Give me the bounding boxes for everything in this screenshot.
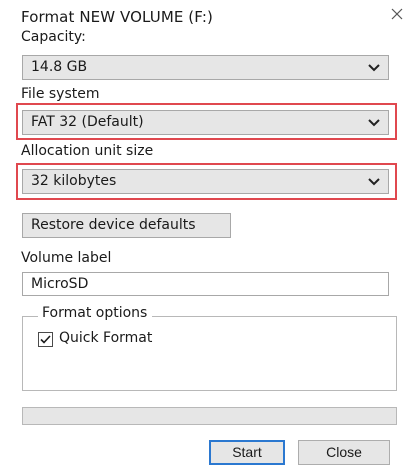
close-button[interactable]: Close: [298, 440, 390, 465]
format-options-legend: Format options: [38, 305, 153, 321]
checkmark-icon: [40, 335, 51, 344]
allocation-unit-label: Allocation unit size: [21, 143, 154, 159]
capacity-label: Capacity:: [21, 29, 86, 45]
file-system-label: File system: [21, 86, 100, 102]
format-options-group: [22, 316, 397, 391]
quick-format-checkbox[interactable]: [38, 332, 53, 347]
format-progress-bar: [22, 407, 397, 425]
quick-format-label: Quick Format: [59, 330, 153, 346]
dialog-title: Format NEW VOLUME (F:): [21, 8, 213, 26]
close-icon[interactable]: [390, 7, 404, 21]
format-dialog: Format NEW VOLUME (F:) Capacity: 14.8 GB…: [0, 0, 412, 474]
restore-defaults-button[interactable]: Restore device defaults: [22, 213, 231, 238]
chevron-down-icon: [368, 64, 380, 72]
file-system-highlight: [16, 103, 397, 140]
volume-label-input[interactable]: MicroSD: [22, 272, 389, 296]
volume-label-label: Volume label: [21, 250, 112, 266]
capacity-dropdown[interactable]: 14.8 GB: [22, 55, 389, 80]
start-button[interactable]: Start: [209, 440, 285, 465]
allocation-unit-highlight: [16, 163, 397, 200]
capacity-value: 14.8 GB: [31, 59, 88, 75]
